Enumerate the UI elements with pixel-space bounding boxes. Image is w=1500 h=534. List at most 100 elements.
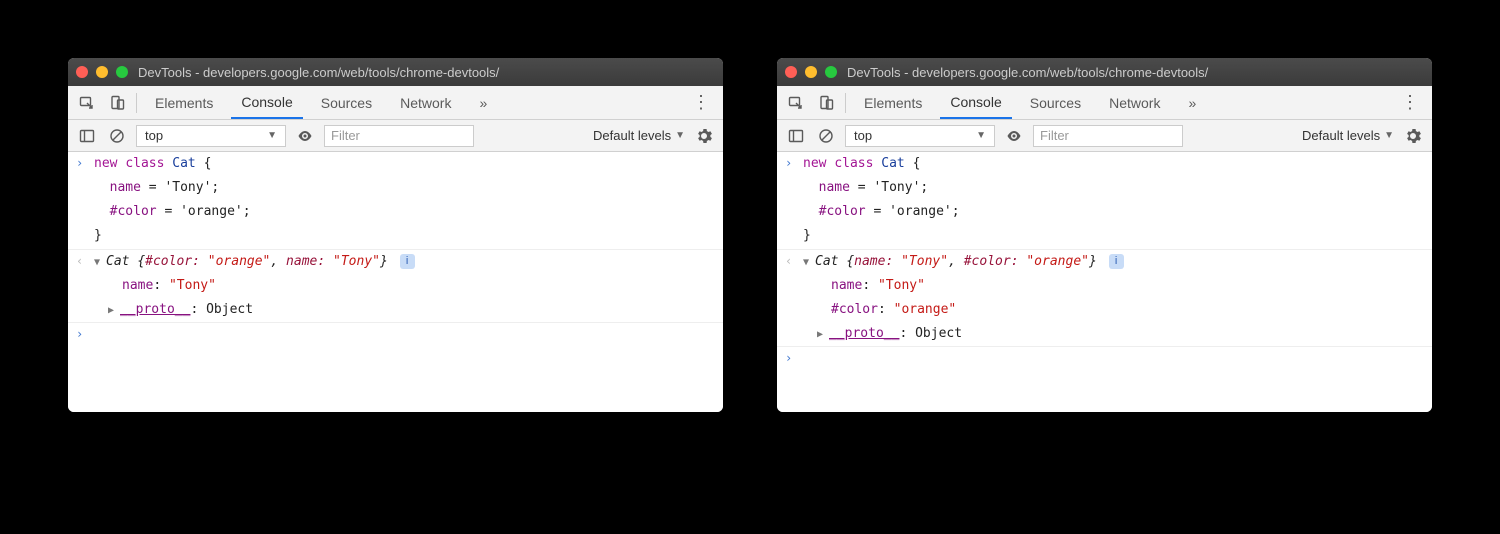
info-icon[interactable]: i — [400, 254, 415, 269]
console-output-row[interactable]: ‹ Cat {#color: "orange", name: "Tony"} i — [68, 249, 723, 274]
tab-bar: Elements Console Sources Network » ⋮ — [68, 86, 723, 120]
output-chevron-icon: ‹ — [76, 252, 83, 271]
filter-input[interactable] — [1033, 125, 1183, 147]
device-toggle-icon[interactable] — [815, 92, 837, 114]
zoom-icon[interactable] — [116, 66, 128, 78]
minimize-icon[interactable] — [96, 66, 108, 78]
tabs-overflow-button[interactable]: » — [469, 86, 497, 119]
live-expression-icon[interactable] — [294, 125, 316, 147]
console-toolbar: top ▼ Default levels ▼ — [777, 120, 1432, 152]
dropdown-icon: ▼ — [1384, 130, 1394, 141]
code-line: new class Cat { — [94, 154, 713, 174]
console-output-row[interactable]: ‹ Cat {name: "Tony", #color: "orange"} i — [777, 249, 1432, 274]
object-property-row[interactable]: __proto__: Object — [68, 298, 723, 322]
tab-network[interactable]: Network — [1099, 86, 1170, 119]
property: name: "Tony" — [803, 276, 1422, 296]
more-menu-icon[interactable]: ⋮ — [1395, 92, 1424, 113]
expand-caret-icon[interactable] — [94, 252, 106, 272]
inspect-icon[interactable] — [76, 92, 98, 114]
code-line: } — [803, 226, 1422, 246]
minimize-icon[interactable] — [805, 66, 817, 78]
input-chevron-icon: › — [785, 154, 792, 173]
log-levels-select[interactable]: Default levels ▼ — [1302, 128, 1394, 143]
execution-context-select[interactable]: top ▼ — [845, 125, 995, 147]
object-property-row[interactable]: name: "Tony" — [777, 274, 1432, 298]
tab-elements[interactable]: Elements — [145, 86, 223, 119]
code-line: name = 'Tony'; — [803, 178, 1422, 198]
tab-console[interactable]: Console — [231, 86, 302, 119]
tab-sources[interactable]: Sources — [311, 86, 382, 119]
input-chevron-icon: › — [785, 349, 792, 368]
console-prompt[interactable]: › — [777, 346, 1432, 371]
dropdown-icon: ▼ — [976, 130, 986, 141]
code-line: #color = 'orange'; — [803, 202, 1422, 222]
clear-console-icon[interactable] — [815, 125, 837, 147]
code-line: #color = 'orange'; — [94, 202, 713, 222]
console-input-row[interactable]: name = 'Tony'; — [777, 176, 1432, 200]
dropdown-icon: ▼ — [267, 130, 277, 141]
titlebar[interactable]: DevTools - developers.google.com/web/too… — [68, 58, 723, 86]
window-title: DevTools - developers.google.com/web/too… — [847, 65, 1208, 80]
devtools-window-left: DevTools - developers.google.com/web/too… — [68, 58, 723, 412]
device-toggle-icon[interactable] — [106, 92, 128, 114]
titlebar[interactable]: DevTools - developers.google.com/web/too… — [777, 58, 1432, 86]
traffic-lights — [785, 66, 837, 78]
live-expression-icon[interactable] — [1003, 125, 1025, 147]
console-input-row[interactable]: › new class Cat { — [777, 152, 1432, 176]
traffic-lights — [76, 66, 128, 78]
expand-caret-icon[interactable] — [817, 324, 829, 344]
output-chevron-icon: ‹ — [785, 252, 792, 271]
expand-caret-icon[interactable] — [108, 300, 120, 320]
object-preview[interactable]: Cat {name: "Tony", #color: "orange"} i — [803, 252, 1422, 272]
tab-console[interactable]: Console — [940, 86, 1011, 119]
console-prompt[interactable]: › — [68, 322, 723, 347]
close-icon[interactable] — [785, 66, 797, 78]
property: name: "Tony" — [94, 276, 713, 296]
settings-gear-icon[interactable] — [1402, 125, 1424, 147]
zoom-icon[interactable] — [825, 66, 837, 78]
code-line: new class Cat { — [803, 154, 1422, 174]
console-input-row[interactable]: #color = 'orange'; — [777, 200, 1432, 224]
object-property-row[interactable]: __proto__: Object — [777, 322, 1432, 346]
console-input-row[interactable]: } — [68, 224, 723, 248]
tab-sources[interactable]: Sources — [1020, 86, 1091, 119]
sidebar-toggle-icon[interactable] — [76, 125, 98, 147]
console-input-row[interactable]: #color = 'orange'; — [68, 200, 723, 224]
sidebar-toggle-icon[interactable] — [785, 125, 807, 147]
tab-network[interactable]: Network — [390, 86, 461, 119]
info-icon[interactable]: i — [1109, 254, 1124, 269]
log-levels-select[interactable]: Default levels ▼ — [593, 128, 685, 143]
close-icon[interactable] — [76, 66, 88, 78]
levels-label: Default levels — [593, 128, 671, 143]
code-line: name = 'Tony'; — [94, 178, 713, 198]
property: #color: "orange" — [803, 300, 1422, 320]
devtools-window-right: DevTools - developers.google.com/web/too… — [777, 58, 1432, 412]
tabs-overflow-button[interactable]: » — [1178, 86, 1206, 119]
input-chevron-icon: › — [76, 325, 83, 344]
proto-row[interactable]: __proto__: Object — [94, 300, 713, 320]
expand-caret-icon[interactable] — [803, 252, 815, 272]
console-output: › new class Cat { name = 'Tony'; #color … — [68, 152, 723, 412]
settings-gear-icon[interactable] — [693, 125, 715, 147]
inspect-icon[interactable] — [785, 92, 807, 114]
levels-label: Default levels — [1302, 128, 1380, 143]
execution-context-select[interactable]: top ▼ — [136, 125, 286, 147]
proto-row[interactable]: __proto__: Object — [803, 324, 1422, 344]
console-output: › new class Cat { name = 'Tony'; #color … — [777, 152, 1432, 412]
object-property-row[interactable]: #color: "orange" — [777, 298, 1432, 322]
filter-input[interactable] — [324, 125, 474, 147]
console-input-row[interactable]: › new class Cat { — [68, 152, 723, 176]
context-label: top — [854, 128, 872, 143]
console-input-row[interactable]: name = 'Tony'; — [68, 176, 723, 200]
console-input-row[interactable]: } — [777, 224, 1432, 248]
input-chevron-icon: › — [76, 154, 83, 173]
clear-console-icon[interactable] — [106, 125, 128, 147]
context-label: top — [145, 128, 163, 143]
object-property-row[interactable]: name: "Tony" — [68, 274, 723, 298]
more-menu-icon[interactable]: ⋮ — [686, 92, 715, 113]
window-title: DevTools - developers.google.com/web/too… — [138, 65, 499, 80]
console-toolbar: top ▼ Default levels ▼ — [68, 120, 723, 152]
tab-elements[interactable]: Elements — [854, 86, 932, 119]
dropdown-icon: ▼ — [675, 130, 685, 141]
object-preview[interactable]: Cat {#color: "orange", name: "Tony"} i — [94, 252, 713, 272]
